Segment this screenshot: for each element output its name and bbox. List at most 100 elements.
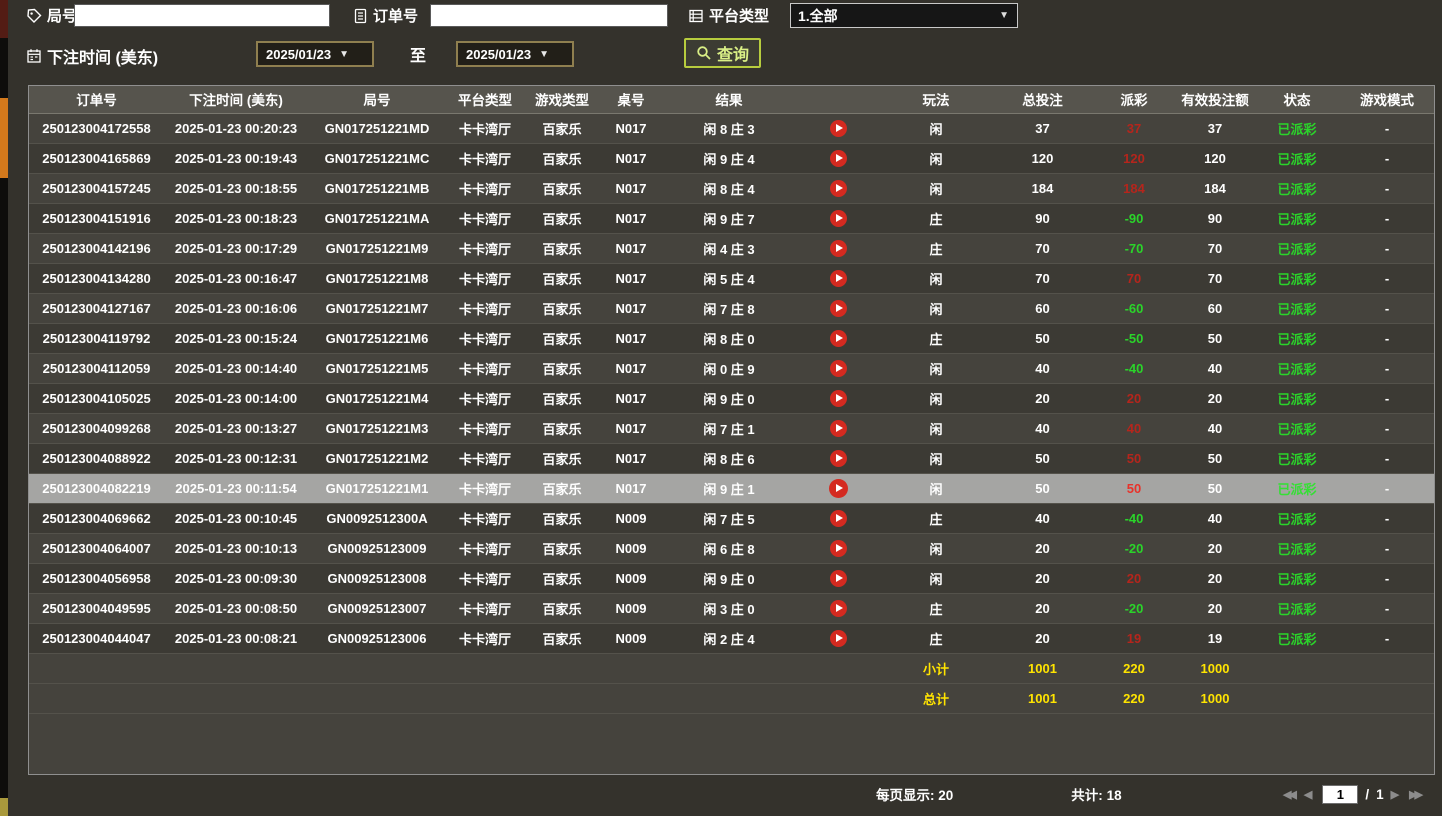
previous-page-icon[interactable]: ◀ — [1304, 788, 1315, 801]
play-icon[interactable] — [830, 450, 847, 467]
game-mode: - — [1338, 413, 1435, 443]
game-type: 百家乐 — [524, 203, 600, 233]
table-row[interactable]: 2501230041421962025-01-23 00:17:29GN0172… — [29, 233, 1435, 263]
play-icon-cell[interactable] — [796, 323, 881, 353]
order-number-input[interactable] — [430, 4, 668, 27]
play-icon[interactable] — [830, 270, 847, 287]
column-header — [796, 86, 881, 113]
play-method: 闲 — [881, 383, 991, 413]
list-icon — [688, 8, 704, 24]
per-page-value: 20 — [938, 788, 953, 803]
table-row[interactable]: 2501230041050252025-01-23 00:14:00GN0172… — [29, 383, 1435, 413]
play-icon[interactable] — [830, 630, 847, 647]
page-number-input[interactable] — [1322, 785, 1358, 804]
table-row[interactable]: 2501230041342802025-01-23 00:16:47GN0172… — [29, 263, 1435, 293]
play-icon[interactable] — [830, 540, 847, 557]
play-icon[interactable] — [830, 330, 847, 347]
play-icon[interactable] — [830, 300, 847, 317]
result: 闲 9 庄 1 — [662, 473, 796, 503]
table-row[interactable]: 2501230040696622025-01-23 00:10:45GN0092… — [29, 503, 1435, 533]
table-row[interactable]: 2501230041572452025-01-23 00:18:55GN0172… — [29, 173, 1435, 203]
play-icon-cell[interactable] — [796, 503, 881, 533]
table-row[interactable]: 2501230040495952025-01-23 00:08:50GN0092… — [29, 593, 1435, 623]
play-icon[interactable] — [830, 390, 847, 407]
payout: 120 — [1094, 143, 1174, 173]
play-icon-cell[interactable] — [796, 413, 881, 443]
play-icon-cell[interactable] — [796, 263, 881, 293]
table-number: N017 — [600, 143, 662, 173]
round-number-input[interactable] — [74, 4, 330, 27]
play-icon-cell[interactable] — [796, 293, 881, 323]
status: 已派彩 — [1256, 203, 1338, 233]
play-icon-cell[interactable] — [796, 623, 881, 653]
table-row[interactable]: 2501230041197922025-01-23 00:15:24GN0172… — [29, 323, 1435, 353]
play-icon-cell[interactable] — [796, 383, 881, 413]
play-icon[interactable] — [830, 150, 847, 167]
first-page-icon[interactable]: ◀◀ — [1283, 788, 1297, 801]
table-row[interactable]: 2501230040569582025-01-23 00:09:30GN0092… — [29, 563, 1435, 593]
search-button-label: 查询 — [717, 41, 749, 65]
play-icon-cell[interactable] — [796, 173, 881, 203]
play-icon[interactable] — [829, 479, 848, 498]
play-icon[interactable] — [830, 420, 847, 437]
play-icon-cell[interactable] — [796, 233, 881, 263]
table-row[interactable]: 2501230040640072025-01-23 00:10:13GN0092… — [29, 533, 1435, 563]
play-icon[interactable] — [830, 600, 847, 617]
table-row[interactable]: 2501230041519162025-01-23 00:18:23GN0172… — [29, 203, 1435, 233]
play-icon-cell[interactable] — [796, 143, 881, 173]
platform-type-select[interactable]: 1.全部 ▼ — [790, 3, 1018, 28]
result: 闲 8 庄 4 — [662, 173, 796, 203]
table-row[interactable]: 2501230041658692025-01-23 00:19:43GN0172… — [29, 143, 1435, 173]
search-button[interactable]: 查询 — [684, 38, 761, 68]
table-number: N017 — [600, 293, 662, 323]
round-number: GN017251221M1 — [308, 473, 446, 503]
column-header: 平台类型 — [446, 86, 524, 113]
game-type: 百家乐 — [524, 173, 600, 203]
play-icon[interactable] — [830, 360, 847, 377]
bet-time: 2025-01-23 00:18:23 — [164, 203, 308, 233]
play-icon-cell[interactable] — [796, 443, 881, 473]
result: 闲 7 庄 8 — [662, 293, 796, 323]
table-row[interactable]: 2501230041271672025-01-23 00:16:06GN0172… — [29, 293, 1435, 323]
payout: 20 — [1094, 563, 1174, 593]
play-icon-cell[interactable] — [796, 533, 881, 563]
table-row[interactable]: 2501230041120592025-01-23 00:14:40GN0172… — [29, 353, 1435, 383]
play-icon[interactable] — [830, 210, 847, 227]
platform-type: 卡卡湾厅 — [446, 143, 524, 173]
date-to-picker[interactable]: 2025/01/23 ▼ — [456, 41, 574, 67]
game-mode: - — [1338, 623, 1435, 653]
play-icon-cell[interactable] — [796, 353, 881, 383]
game-type: 百家乐 — [524, 353, 600, 383]
date-from-picker[interactable]: 2025/01/23 ▼ — [256, 41, 374, 67]
play-icon[interactable] — [830, 570, 847, 587]
play-icon-cell[interactable] — [796, 203, 881, 233]
subtotal-row-cell — [446, 653, 524, 683]
table-row[interactable]: 2501230040992682025-01-23 00:13:27GN0172… — [29, 413, 1435, 443]
play-icon-cell[interactable] — [796, 113, 881, 143]
play-icon[interactable] — [830, 240, 847, 257]
subtotal-row-cell — [524, 653, 600, 683]
table-row[interactable]: 2501230041725582025-01-23 00:20:23GN0172… — [29, 113, 1435, 143]
table-row[interactable]: 2501230040822192025-01-23 00:11:54GN0172… — [29, 473, 1435, 503]
play-icon[interactable] — [830, 510, 847, 527]
column-header: 局号 — [308, 86, 446, 113]
order-number: 250123004134280 — [29, 263, 164, 293]
play-icon-cell[interactable] — [796, 473, 881, 503]
table-row[interactable]: 2501230040889222025-01-23 00:12:31GN0172… — [29, 443, 1435, 473]
order-number: 250123004044047 — [29, 623, 164, 653]
platform-type-selected-value: 1.全部 — [798, 6, 838, 26]
game-mode: - — [1338, 533, 1435, 563]
play-icon[interactable] — [830, 120, 847, 137]
payout: -70 — [1094, 233, 1174, 263]
platform-type: 卡卡湾厅 — [446, 503, 524, 533]
valid-bet-amount: 20 — [1174, 593, 1256, 623]
left-strip-red-segment — [0, 0, 8, 38]
play-icon-cell[interactable] — [796, 563, 881, 593]
table-number: N009 — [600, 533, 662, 563]
play-icon-cell[interactable] — [796, 593, 881, 623]
play-icon[interactable] — [830, 180, 847, 197]
last-page-icon[interactable]: ▶▶ — [1409, 788, 1423, 801]
status: 已派彩 — [1256, 173, 1338, 203]
next-page-icon[interactable]: ▶ — [1391, 788, 1402, 801]
table-row[interactable]: 2501230040440472025-01-23 00:08:21GN0092… — [29, 623, 1435, 653]
